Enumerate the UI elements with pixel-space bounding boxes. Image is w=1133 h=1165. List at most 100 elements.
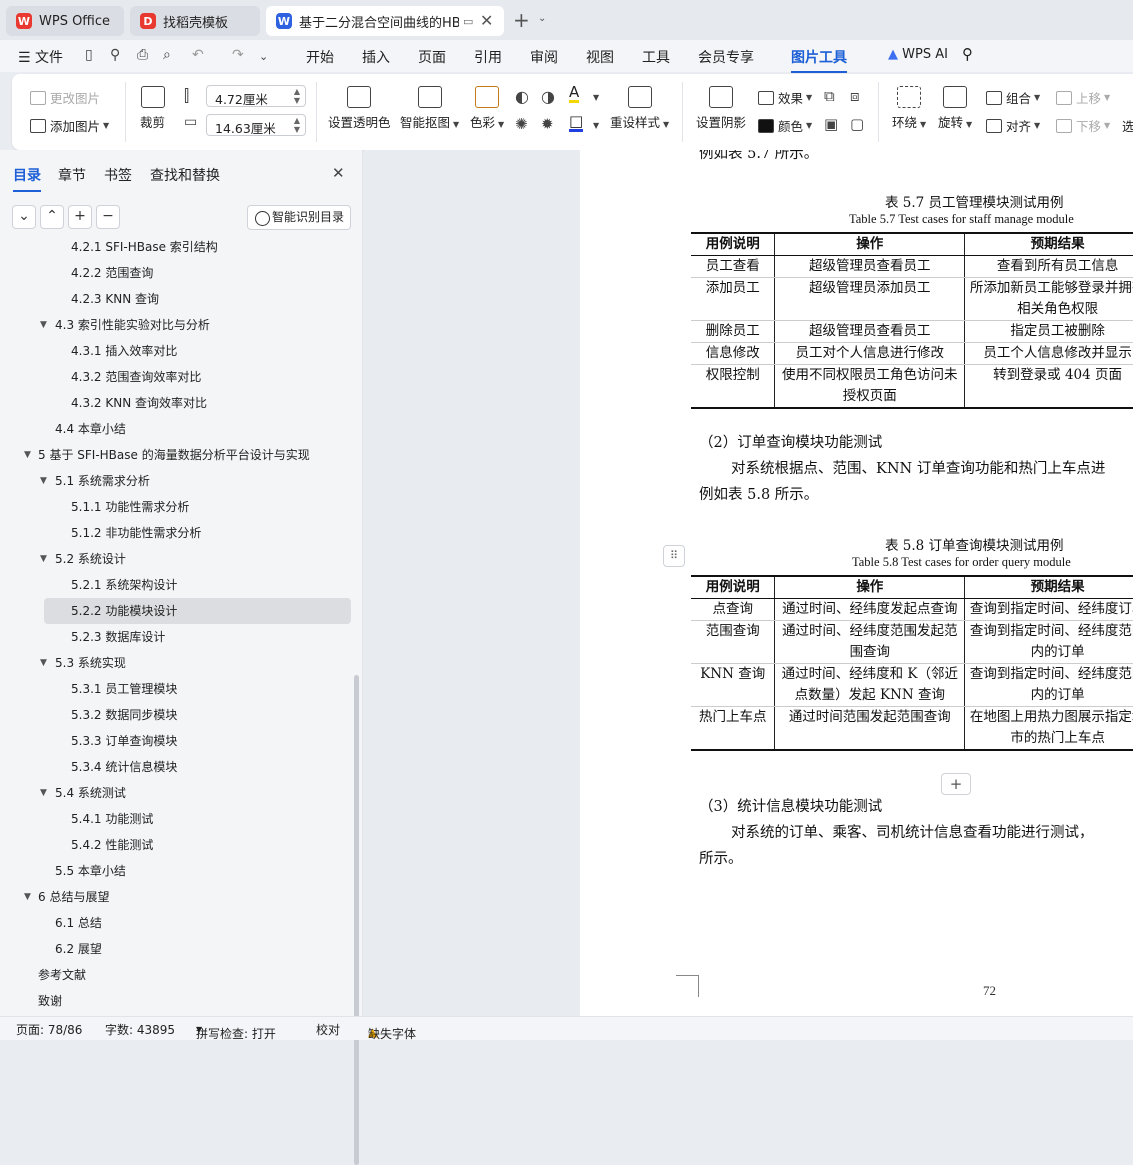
toc-item[interactable]: 5.2.2 功能模块设计: [44, 598, 351, 624]
toc-item[interactable]: 4.4 本章小结: [0, 416, 352, 442]
toc-item[interactable]: 5.2.1 系统架构设计: [0, 572, 352, 598]
expand-triangle-icon[interactable]: ▼: [40, 312, 47, 338]
align-button[interactable]: 对齐 ▼: [986, 116, 1040, 135]
menu-home[interactable]: 开始: [306, 47, 334, 67]
expand-triangle-icon[interactable]: ▼: [24, 884, 31, 910]
expand-up-button[interactable]: ⌃: [40, 205, 64, 229]
toc-item[interactable]: 参考文献: [0, 962, 352, 988]
toc-item[interactable]: 4.2.1 SFI-HBase 索引结构: [0, 236, 352, 260]
file-menu[interactable]: ☰ 文件: [18, 47, 63, 67]
move-down-button[interactable]: 下移 ▼: [1056, 116, 1110, 135]
redo-icon[interactable]: ↷: [232, 47, 244, 63]
search-icon[interactable]: ⚲: [962, 45, 973, 63]
toc-item[interactable]: 6.1 总结: [0, 910, 352, 936]
contrast-up-icon[interactable]: ✺: [515, 115, 528, 133]
add-image-button[interactable]: 添加图片 ▼: [30, 116, 109, 135]
chevron-down-icon[interactable]: ⌄: [538, 13, 546, 24]
add-row-button[interactable]: +: [941, 773, 971, 795]
toc-item[interactable]: ▼ 5.2 系统设计: [0, 546, 352, 572]
word-count[interactable]: 字数: 43895: [105, 1021, 175, 1038]
page-count[interactable]: 页面: 78/86: [16, 1021, 82, 1038]
toc-scrollbar[interactable]: [354, 675, 359, 1165]
toc-item[interactable]: 4.3.2 KNN 查询效率对比: [0, 390, 352, 416]
toc-item[interactable]: 4.2.2 范围查询: [0, 260, 352, 286]
toc-item[interactable]: 5.3.2 数据同步模块: [0, 702, 352, 728]
toc-item[interactable]: 5.4.1 功能测试: [0, 806, 352, 832]
new-tab-icon[interactable]: +: [513, 8, 530, 32]
toc-item[interactable]: 5.5 本章小结: [0, 858, 352, 884]
toc-item[interactable]: 致谢: [0, 988, 352, 1014]
toc-item[interactable]: 5.1.1 功能性需求分析: [0, 494, 352, 520]
spinner-arrows-icon[interactable]: ▲ ▼: [294, 116, 300, 134]
spinner-arrows-icon[interactable]: ▲ ▼: [294, 87, 300, 105]
brightness-down-icon[interactable]: ◑: [541, 87, 555, 106]
collapse-down-button[interactable]: ⌄: [12, 205, 36, 229]
crop-button[interactable]: 裁剪: [140, 86, 165, 131]
add-heading-button[interactable]: +: [68, 205, 92, 229]
toc-item[interactable]: ▼ 5.1 系统需求分析: [0, 468, 352, 494]
print-preview-icon[interactable]: ⌕: [163, 47, 171, 63]
send-backward-icon[interactable]: ⧈: [850, 87, 860, 105]
toc-item[interactable]: 4.3.1 插入效率对比: [0, 338, 352, 364]
export-icon[interactable]: ⚲: [110, 47, 120, 63]
set-transparent-button[interactable]: 设置透明色: [328, 86, 391, 131]
toc-item[interactable]: 5.4.2 性能测试: [0, 832, 352, 858]
toc-item[interactable]: ▼ 5.3 系统实现: [0, 650, 352, 676]
border-icon[interactable]: ▣: [824, 115, 838, 133]
toc-item[interactable]: 4.2.3 KNN 查询: [0, 286, 352, 312]
tab-wps-office[interactable]: W WPS Office: [6, 6, 124, 36]
wrap-button[interactable]: 环绕 ▼: [892, 86, 926, 131]
brightness-up-icon[interactable]: ◐: [515, 87, 529, 106]
toc-item[interactable]: 5.1.2 非功能性需求分析: [0, 520, 352, 546]
frame-icon[interactable]: ▢: [850, 115, 864, 133]
rotate-button[interactable]: 旋转 ▼: [938, 86, 972, 131]
group-button[interactable]: 组合 ▼: [986, 88, 1040, 107]
menu-member[interactable]: 会员专享: [698, 47, 754, 67]
more-icon[interactable]: ⌄: [259, 50, 268, 63]
width-input[interactable]: 4.72厘米 ▲ ▼: [206, 85, 306, 107]
print-icon[interactable]: ⎙: [137, 47, 148, 63]
effect-button[interactable]: 效果 ▼: [758, 88, 812, 107]
toc-item[interactable]: 5.3.4 统计信息模块: [0, 754, 352, 780]
menu-picture-tools[interactable]: 图片工具: [791, 47, 847, 73]
expand-triangle-icon[interactable]: ▼: [24, 442, 31, 468]
toc-item[interactable]: 5.3.1 员工管理模块: [0, 676, 352, 702]
tab-template[interactable]: D 找稻壳模板: [130, 6, 260, 36]
remove-heading-button[interactable]: −: [96, 205, 120, 229]
fill-color-icon[interactable]: A: [569, 85, 580, 103]
toc-item[interactable]: ▼ 4.3 索引性能实验对比与分析: [0, 312, 352, 338]
set-shadow-button[interactable]: 设置阴影: [696, 86, 746, 131]
toc-item[interactable]: ▼ 5 基于 SFI-HBase 的海量数据分析平台设计与实现: [0, 442, 352, 468]
undo-icon[interactable]: ↶: [192, 47, 204, 63]
wps-ai-button[interactable]: ▲ WPS AI: [888, 47, 948, 62]
table-drag-handle[interactable]: ⠿: [663, 545, 685, 567]
toc-item[interactable]: 5.2.3 数据库设计: [0, 624, 352, 650]
expand-triangle-icon[interactable]: ▼: [40, 780, 47, 806]
expand-triangle-icon[interactable]: ▼: [40, 546, 47, 572]
bring-forward-icon[interactable]: ⧉: [824, 87, 835, 105]
ai-toc-button[interactable]: 智能识别目录: [247, 205, 351, 230]
menu-review[interactable]: 审阅: [530, 47, 558, 67]
color-mode-button[interactable]: 色彩 ▼: [470, 86, 504, 131]
select-button[interactable]: 选: [1122, 116, 1133, 135]
tab-document[interactable]: W 基于二分混合空间曲线的HBa ▭: [266, 6, 504, 36]
menu-tools[interactable]: 工具: [642, 47, 670, 67]
close-tab-icon[interactable]: ✕: [480, 11, 493, 30]
smart-cutout-button[interactable]: 智能抠图 ▼: [400, 86, 459, 131]
proofread-button[interactable]: 校对: [316, 1021, 340, 1038]
menu-reference[interactable]: 引用: [474, 47, 502, 67]
toc-item[interactable]: ▼ 5.4 系统测试: [0, 780, 352, 806]
contrast-down-icon[interactable]: ✹: [541, 115, 554, 133]
toc-item[interactable]: 5.3.3 订单查询模块: [0, 728, 352, 754]
tab-find-replace[interactable]: 查找和替换: [150, 165, 220, 185]
menu-page[interactable]: 页面: [418, 47, 446, 67]
line-color-icon[interactable]: □: [569, 114, 584, 132]
expand-triangle-icon[interactable]: ▼: [40, 650, 47, 676]
toc-item[interactable]: ▼ 6 总结与展望: [0, 884, 352, 910]
move-up-button[interactable]: 上移 ▼: [1056, 88, 1110, 107]
chevron-down-icon[interactable]: ▼: [593, 121, 599, 130]
save-icon[interactable]: ▯: [85, 47, 93, 63]
close-pane-icon[interactable]: ✕: [332, 164, 345, 182]
chevron-down-icon[interactable]: ▼: [593, 93, 599, 102]
change-image-button[interactable]: 更改图片: [30, 88, 100, 107]
